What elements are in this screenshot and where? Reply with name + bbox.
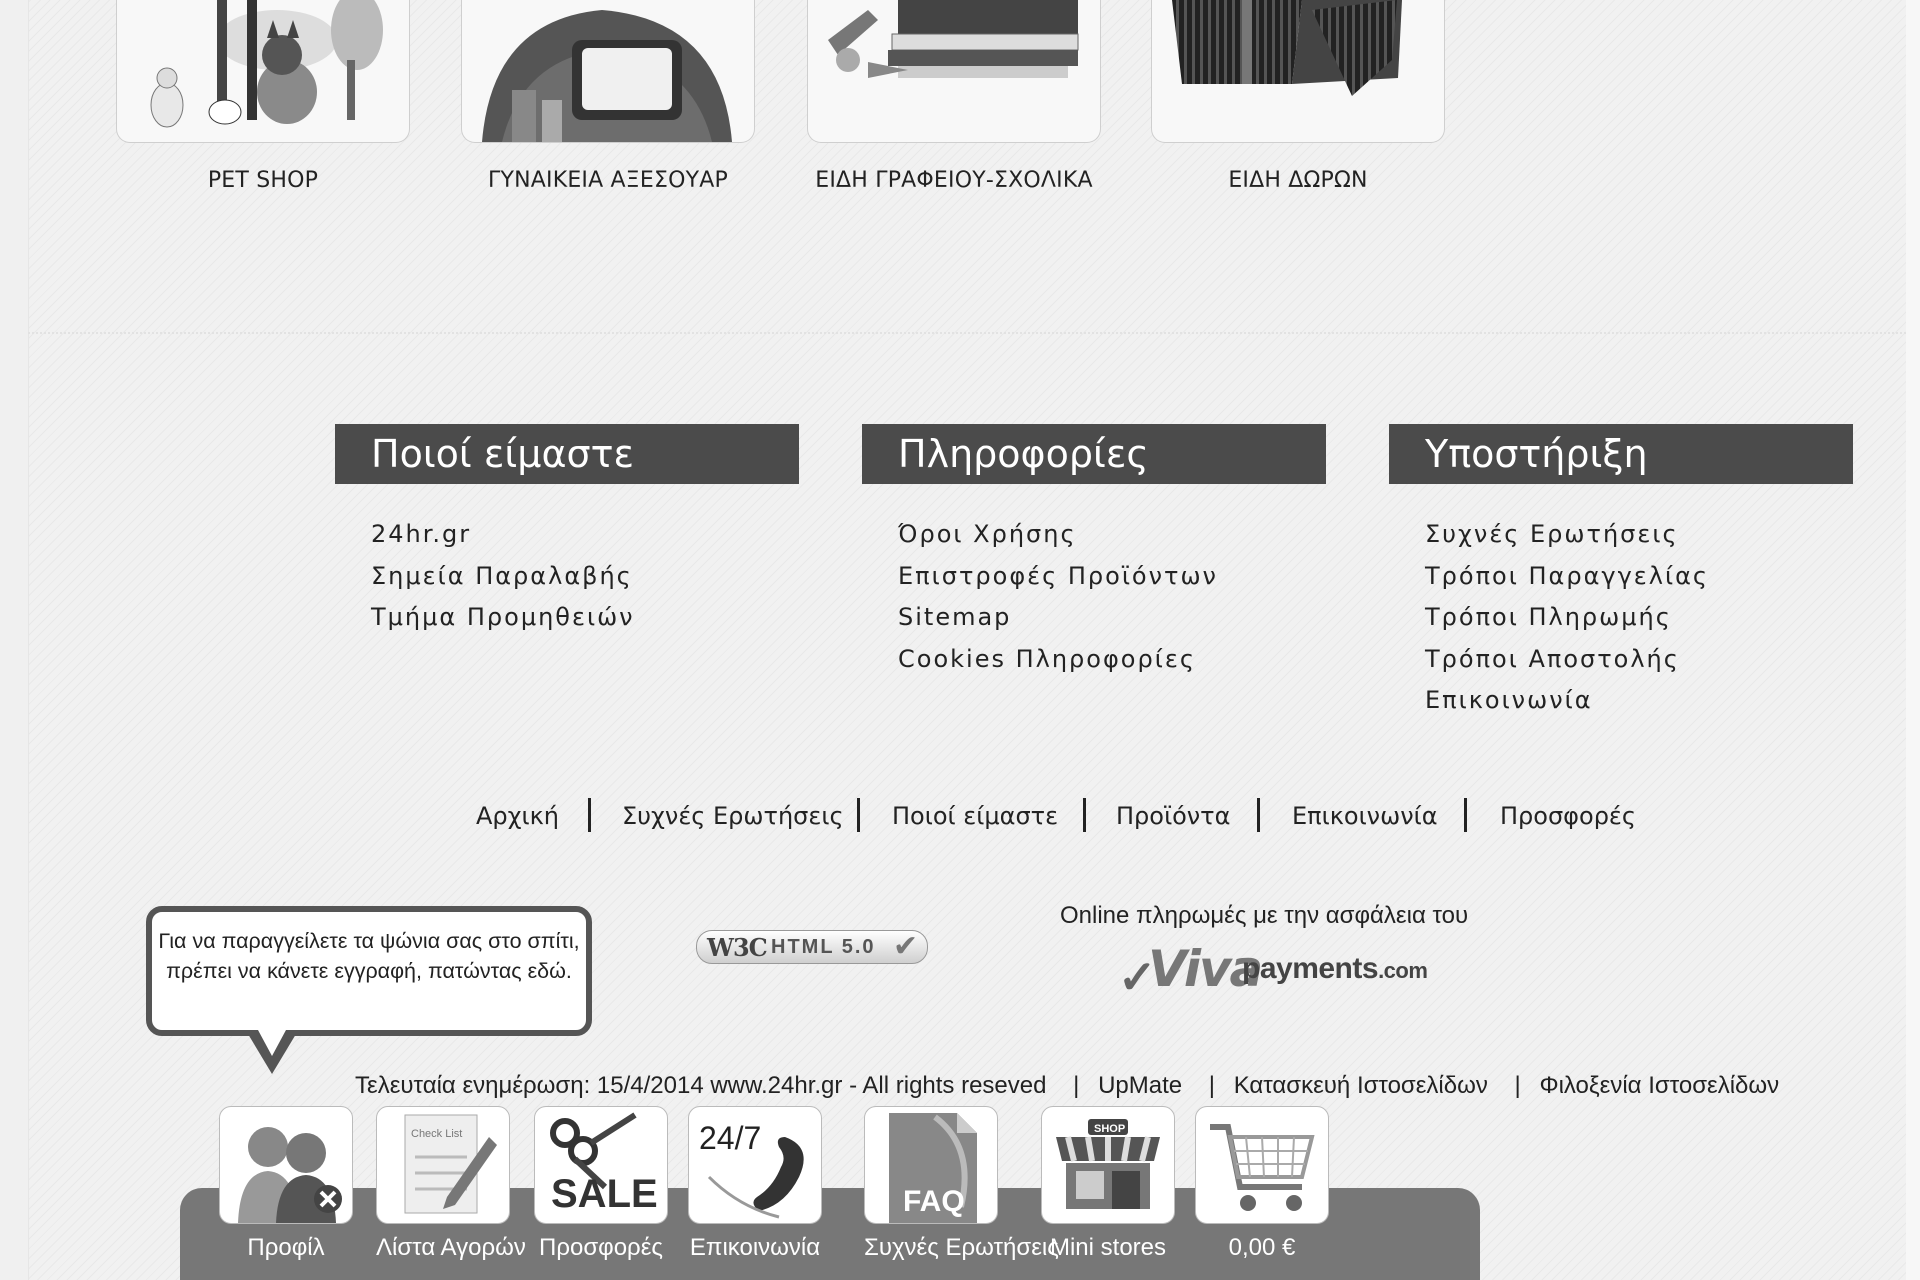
nav-separator	[1083, 798, 1086, 832]
toolbar-profile[interactable]: Προφίλ	[219, 1106, 353, 1264]
nav-link-contact[interactable]: Επικοινωνία	[1292, 796, 1438, 836]
footer-link[interactable]: Σημεία Παραλαβής	[371, 556, 799, 598]
copyright-text: Τελευταία ενημέρωση: 15/4/2014 www.24hr.…	[355, 1072, 1047, 1099]
footer-link[interactable]: Επικοινωνία	[1425, 680, 1853, 722]
footer-link[interactable]: Τρόποι Αποστολής	[1425, 639, 1853, 681]
svg-text:SALE: SALE	[551, 1172, 658, 1216]
nav-separator	[857, 798, 860, 832]
cart-total-label: 0,00 €	[1228, 1234, 1296, 1261]
footer-link[interactable]: Sitemap	[898, 597, 1326, 639]
footer-column-title: Πληροφορίες	[862, 424, 1326, 484]
svg-text:24/7: 24/7	[699, 1120, 761, 1156]
phone-24-7-icon[interactable]: 24/7	[688, 1106, 822, 1224]
category-office-school-supplies[interactable]: ΕΙΔΗ ΓΡΑΦΕΙΟΥ-ΣΧΟΛΙΚΑ	[807, 0, 1101, 197]
viva-payments-logo[interactable]: ✓ Viva payments.com	[1118, 940, 1438, 1010]
separator-pipe: |	[1073, 1072, 1080, 1099]
profile-icon[interactable]	[219, 1106, 353, 1224]
left-page-edge	[0, 0, 29, 1280]
footer-link-list: Όροι Χρήσης Επιστροφές Προϊόντων Sitemap…	[862, 484, 1326, 680]
nav-link-home[interactable]: Αρχική	[476, 796, 559, 836]
womens-accessories-image[interactable]	[461, 0, 755, 143]
footer-link-list: Συχνές Ερωτήσεις Τρόποι Παραγγελίας Τρόπ…	[1389, 484, 1853, 722]
faq-icon[interactable]: FAQ	[864, 1106, 998, 1224]
sale-icon[interactable]: SALE	[534, 1106, 668, 1224]
toolbar-mini-stores[interactable]: SHOP Mini stores	[1041, 1106, 1175, 1264]
footer-link[interactable]: Τμήμα Προμηθειών	[371, 597, 799, 639]
office-supplies-image[interactable]	[807, 0, 1101, 143]
toolbar-cart[interactable]: 0,00 €	[1195, 1106, 1329, 1264]
copyright-line: Τελευταία ενημέρωση: 15/4/2014 www.24hr.…	[355, 1070, 1787, 1102]
category-label[interactable]: PET SHOP	[116, 165, 410, 197]
footer-column-info: Πληροφορίες Όροι Χρήσης Επιστροφές Προϊό…	[862, 424, 1326, 680]
toolbar-shopping-list[interactable]: Check List Λίστα Αγορών	[376, 1106, 526, 1264]
pet-shop-image[interactable]	[116, 0, 410, 143]
footer-column-title: Υποστήριξη	[1389, 424, 1853, 484]
gifts-image[interactable]	[1151, 0, 1445, 143]
nav-link-about[interactable]: Ποιοί είμαστε	[892, 796, 1058, 836]
nav-separator	[1464, 798, 1467, 832]
footer-column-about: Ποιοί είμαστε 24hr.gr Σημεία Παραλαβής Τ…	[335, 424, 799, 639]
web-hosting-link[interactable]: Φιλοξενία Ιστοσελίδων	[1539, 1072, 1779, 1099]
footer-link[interactable]: Συχνές Ερωτήσεις	[1425, 514, 1853, 556]
category-label[interactable]: ΕΙΔΗ ΓΡΑΦΕΙΟΥ-ΣΧΟΛΙΚΑ	[807, 165, 1101, 197]
upmate-link[interactable]: UpMate	[1098, 1072, 1182, 1099]
payments-security-text: Online πληρωμές με την ασφάλεια του	[1060, 902, 1469, 929]
toolbar-label: Προσφορές	[539, 1234, 663, 1261]
footer-link[interactable]: Τρόποι Παραγγελίας	[1425, 556, 1853, 598]
toolbar-contact[interactable]: 24/7 Επικοινωνία	[688, 1106, 822, 1264]
footer-link[interactable]: Επιστροφές Προϊόντων	[898, 556, 1326, 598]
w3c-html5-badge[interactable]: W3C HTML 5.0 ✔	[696, 930, 928, 964]
footer-link[interactable]: Cookies Πληροφορίες	[898, 639, 1326, 681]
toolbar-label: Συχνές Ερωτήσεις	[864, 1234, 1059, 1261]
nav-link-products[interactable]: Προϊόντα	[1116, 796, 1230, 836]
bottom-navigation: Αρχική Συχνές Ερωτήσεις Ποιοί είμαστε Πρ…	[0, 796, 1920, 836]
html5-text: HTML 5.0	[771, 936, 876, 958]
toolbar-offers[interactable]: SALE Προσφορές	[534, 1106, 668, 1264]
svg-text:Check List: Check List	[411, 1128, 462, 1140]
svg-text:SHOP: SHOP	[1094, 1123, 1125, 1135]
footer-link[interactable]: 24hr.gr	[371, 514, 799, 556]
dotted-separator	[28, 332, 1906, 334]
register-tooltip[interactable]: Για να παραγγείλετε τα ψώνια σας στο σπί…	[146, 906, 592, 1036]
toolbar-label: Mini stores	[1049, 1234, 1167, 1261]
payments-logo-text: payments.com	[1242, 952, 1428, 985]
nav-link-faq[interactable]: Συχνές Ερωτήσεις	[622, 796, 844, 836]
w3c-logo-text: W3C	[707, 933, 768, 962]
nav-separator	[588, 798, 591, 832]
web-design-link[interactable]: Κατασκευή Ιστοσελίδων	[1234, 1072, 1488, 1099]
category-womens-accessories[interactable]: ΓΥΝΑΙΚΕΙΑ ΑΞΕΣΟΥΑΡ	[461, 0, 755, 197]
toolbar-faq[interactable]: FAQ Συχνές Ερωτήσεις	[864, 1106, 1059, 1264]
checklist-icon[interactable]: Check List	[376, 1106, 510, 1224]
toolbar-label: Λίστα Αγορών	[376, 1234, 526, 1261]
nav-link-offers[interactable]: Προσφορές	[1500, 796, 1636, 836]
footer-link[interactable]: Όροι Χρήσης	[898, 514, 1326, 556]
footer-link[interactable]: Τρόποι Πληρωμής	[1425, 597, 1853, 639]
cart-icon[interactable]	[1195, 1106, 1329, 1224]
footer-column-support: Υποστήριξη Συχνές Ερωτήσεις Τρόποι Παραγ…	[1389, 424, 1853, 722]
shop-icon[interactable]: SHOP	[1041, 1106, 1175, 1224]
separator-pipe: |	[1208, 1072, 1216, 1099]
category-pet-shop[interactable]: PET SHOP	[116, 0, 410, 197]
svg-text:FAQ: FAQ	[903, 1185, 965, 1218]
checkmark-icon: ✔	[893, 930, 919, 963]
tooltip-tail-inner	[258, 1030, 286, 1056]
footer-link-list: 24hr.gr Σημεία Παραλαβής Τμήμα Προμηθειώ…	[335, 484, 799, 639]
nav-separator	[1257, 798, 1260, 832]
category-label[interactable]: ΕΙΔΗ ΔΩΡΩΝ	[1151, 165, 1445, 197]
footer-column-title: Ποιοί είμαστε	[335, 424, 799, 484]
category-label[interactable]: ΓΥΝΑΙΚΕΙΑ ΑΞΕΣΟΥΑΡ	[461, 165, 755, 197]
category-gifts[interactable]: ΕΙΔΗ ΔΩΡΩΝ	[1151, 0, 1445, 197]
toolbar-label: Προφίλ	[247, 1234, 325, 1261]
separator-pipe: |	[1514, 1072, 1521, 1099]
right-page-edge	[1906, 0, 1920, 1280]
toolbar-label: Επικοινωνία	[689, 1234, 821, 1261]
